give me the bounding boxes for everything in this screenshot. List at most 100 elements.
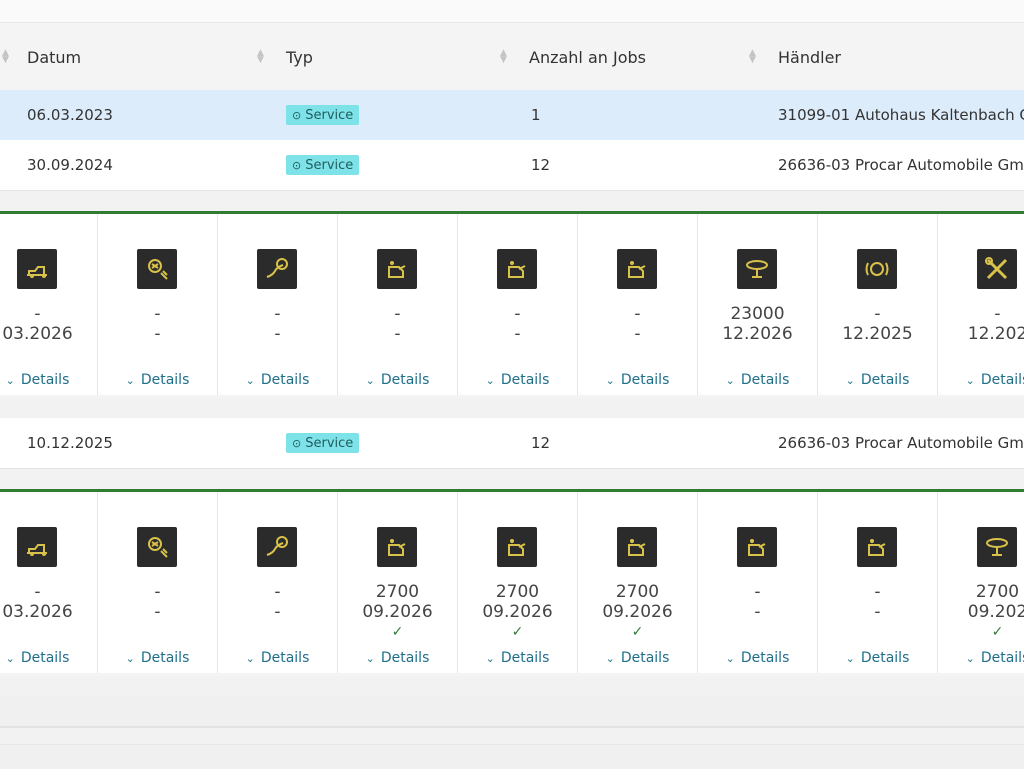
checkmark-icon: ✓ xyxy=(991,624,1004,640)
job-mileage: - xyxy=(514,304,521,324)
job-due-date: 09.2026 xyxy=(482,602,553,622)
sort-icon[interactable]: ▲ ▼ xyxy=(749,49,756,65)
details-link[interactable]: ⌄ Details xyxy=(818,650,937,666)
row-dealer: 26636-03 Procar Automobile Gm xyxy=(778,156,1024,174)
service-job-card: - - ⌄ Details xyxy=(98,214,218,395)
details-label: Details xyxy=(260,650,310,666)
chevron-down-icon: ⌄ xyxy=(485,651,495,665)
column-label: Typ xyxy=(286,47,313,67)
status-badge: ⊙ Service xyxy=(286,433,360,453)
column-header-jobs[interactable]: Anzahl an Jobs xyxy=(529,23,646,91)
job-mileage: - xyxy=(154,582,161,602)
chevron-down-icon: ⌄ xyxy=(965,651,975,665)
sort-icon[interactable]: ▲ ▼ xyxy=(500,49,507,65)
details-label: Details xyxy=(140,650,190,666)
chevron-down-icon: ⌄ xyxy=(5,651,15,665)
details-link[interactable]: ⌄ Details xyxy=(818,372,937,388)
job-mileage: - xyxy=(754,582,761,602)
details-label: Details xyxy=(500,650,550,666)
details-link[interactable]: ⌄ Details xyxy=(578,650,697,666)
details-label: Details xyxy=(620,650,670,666)
badge-label: Service xyxy=(305,157,354,173)
details-link[interactable]: ⌄ Details xyxy=(218,372,337,388)
job-mileage: 2700 xyxy=(615,582,660,602)
service-job-card: -12.202 ⌄ Details xyxy=(938,214,1024,395)
job-mileage: - xyxy=(34,304,41,324)
service-job-card: - - ⌄ Details xyxy=(818,492,938,673)
brake-hose-icon xyxy=(257,527,297,567)
row-jobs: 1 xyxy=(531,106,541,124)
oil-can-icon xyxy=(617,249,657,289)
details-link[interactable]: ⌄ Details xyxy=(0,372,97,388)
service-job-card: - - ⌄ Details xyxy=(578,214,698,395)
empty-row xyxy=(0,744,1024,769)
details-label: Details xyxy=(140,372,190,388)
details-link[interactable]: ⌄ Details xyxy=(698,650,817,666)
oil-can-icon xyxy=(377,527,417,567)
chevron-down-icon: ⌄ xyxy=(965,373,975,387)
job-due-date: 12.2026 xyxy=(722,324,793,344)
details-link[interactable]: ⌄ Details xyxy=(218,650,337,666)
job-due-date: 03.2026 xyxy=(2,324,73,344)
details-link[interactable]: ⌄ Details xyxy=(98,372,217,388)
job-due-date: 12.202 xyxy=(967,324,1024,344)
details-link[interactable]: ⌄ Details xyxy=(938,372,1024,388)
details-link[interactable]: ⌄ Details xyxy=(578,372,697,388)
car-lift-icon xyxy=(17,249,57,289)
details-label: Details xyxy=(380,372,430,388)
row-date: 10.12.2025 xyxy=(27,434,113,452)
row-jobs: 12 xyxy=(531,434,551,452)
chevron-down-icon: ⌄ xyxy=(725,651,735,665)
details-link[interactable]: ⌄ Details xyxy=(938,650,1024,666)
job-mileage: - xyxy=(874,304,881,324)
details-link[interactable]: ⌄ Details xyxy=(698,372,817,388)
details-label: Details xyxy=(740,372,790,388)
table-row[interactable]: 30.09.2024 ⊙ Service 12 26636-03 Procar A… xyxy=(0,140,1024,191)
details-link[interactable]: ⌄ Details xyxy=(98,650,217,666)
type-cell: ⊙ Service xyxy=(286,90,360,140)
service-job-card: - - ⌄ Details xyxy=(698,492,818,673)
checkmark-icon: ✓ xyxy=(391,624,404,640)
chevron-down-icon: ⌄ xyxy=(485,373,495,387)
oil-can-icon xyxy=(737,527,777,567)
column-header-haendler[interactable]: Händler xyxy=(778,23,841,91)
service-job-card: 2700 09.2026 ✓ ⌄ Details xyxy=(578,492,698,673)
tools-icon xyxy=(977,249,1017,289)
air-filter-icon xyxy=(977,527,1017,567)
top-strip xyxy=(0,0,1024,22)
chevron-down-icon: ⌄ xyxy=(125,651,135,665)
checkmark-icon: ✓ xyxy=(631,624,644,640)
sort-icon[interactable]: ▲ ▼ xyxy=(2,49,9,65)
chevron-down-icon: ⌄ xyxy=(365,651,375,665)
job-mileage: - xyxy=(874,582,881,602)
details-link[interactable]: ⌄ Details xyxy=(338,372,457,388)
oil-can-icon xyxy=(497,249,537,289)
row-jobs: 12 xyxy=(531,156,551,174)
clock-icon: ⊙ xyxy=(292,436,302,450)
details-link[interactable]: ⌄ Details xyxy=(458,650,577,666)
chevron-down-icon: ⌄ xyxy=(605,651,615,665)
details-label: Details xyxy=(20,650,70,666)
service-job-card: - - ⌄ Details xyxy=(218,492,338,673)
job-due-date: - xyxy=(394,324,401,344)
chevron-down-icon: ⌄ xyxy=(605,373,615,387)
details-link[interactable]: ⌄ Details xyxy=(0,650,97,666)
job-due-date: - xyxy=(514,324,521,344)
column-header-datum[interactable]: Datum xyxy=(27,23,81,91)
service-jobs-panel: -03.2026 ⌄ Details - - ⌄ Details - - ⌄ Details - - ⌄ D… xyxy=(0,211,1024,398)
job-due-date: - xyxy=(754,602,761,622)
job-due-date: - xyxy=(274,324,281,344)
sort-icon[interactable]: ▲ ▼ xyxy=(257,49,264,65)
details-link[interactable]: ⌄ Details xyxy=(338,650,457,666)
details-link[interactable]: ⌄ Details xyxy=(458,372,577,388)
column-header-typ[interactable]: Typ xyxy=(286,23,313,91)
table-row[interactable]: 06.03.2023 ⊙ Service 1 31099-01 Autohaus … xyxy=(0,90,1024,141)
job-mileage: - xyxy=(394,304,401,324)
details-label: Details xyxy=(260,372,310,388)
row-date: 30.09.2024 xyxy=(27,156,113,174)
details-label: Details xyxy=(380,650,430,666)
column-label: Händler xyxy=(778,47,841,67)
table-row[interactable]: 10.12.2025 ⊙ Service 12 26636-03 Procar A… xyxy=(0,418,1024,469)
oil-can-icon xyxy=(377,249,417,289)
job-mileage: - xyxy=(154,304,161,324)
